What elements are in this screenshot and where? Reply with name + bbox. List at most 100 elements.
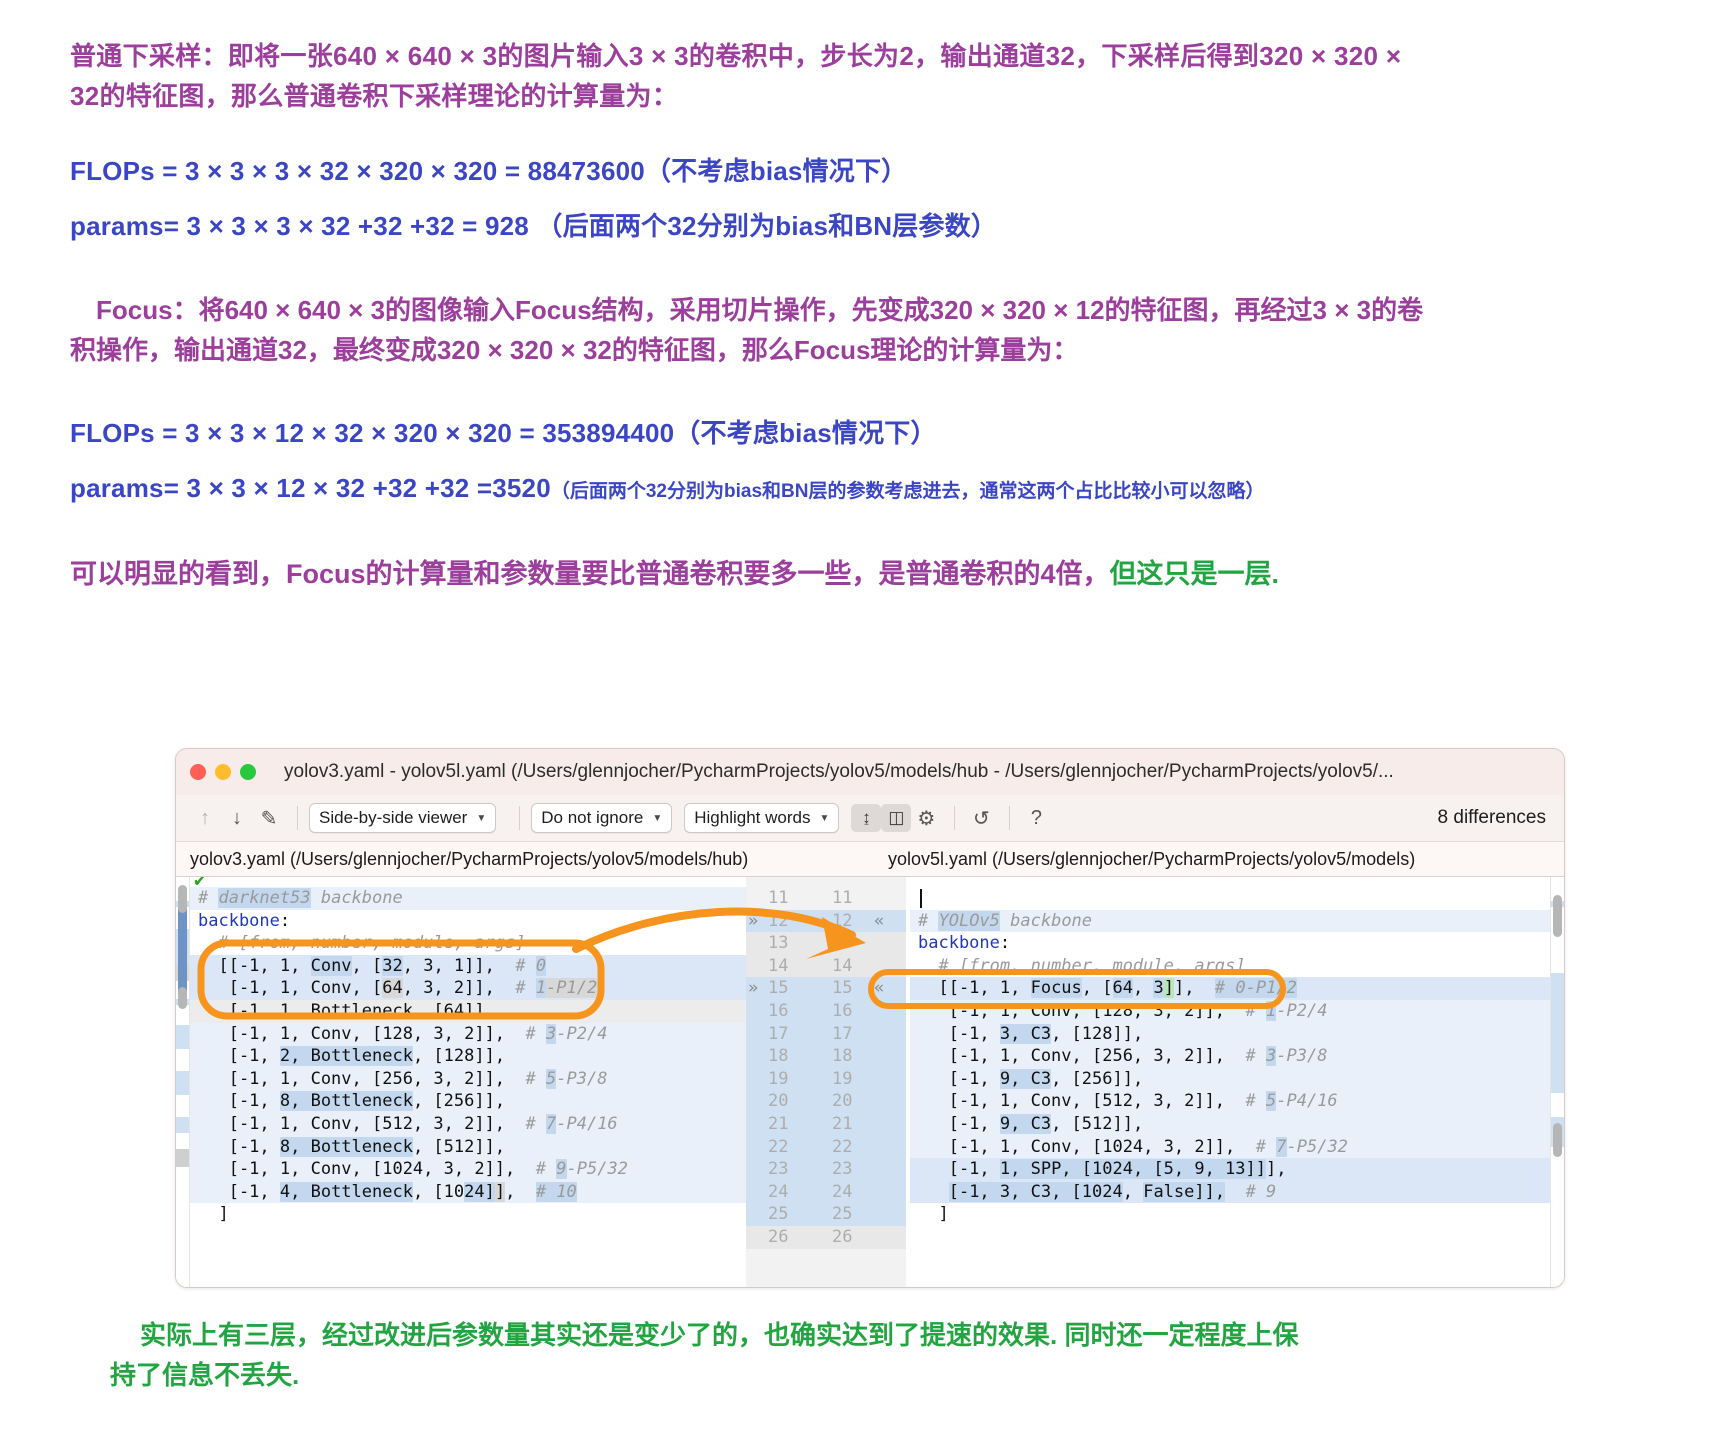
file-path-bar: yolov3.yaml (/Users/glennjocher/PycharmP…	[176, 842, 1564, 876]
code-line[interactable]: [[-1, 1, Focus, [64, 3]], # 0-P1/2	[910, 977, 1550, 1000]
code-line[interactable]: ]	[910, 1203, 1550, 1226]
conclusion-purple-text: 可以明显的看到，Focus的计算量和参数量要比普通卷积要多一些，是普通卷积的4倍…	[70, 559, 1110, 590]
gutter-row: 16 16	[746, 999, 906, 1023]
right-change-markers[interactable]	[1550, 877, 1564, 1287]
gutter-row: 17 17	[746, 1022, 906, 1046]
embedded-screenshot: yolov3.yaml - yolov5l.yaml (/Users/glenn…	[175, 748, 1565, 1288]
article-body: 普通下采样：即将一张640 × 640 × 3的图片输入3 × 3的卷积中，步长…	[0, 0, 1735, 596]
code-line[interactable]: [-1, 1, Conv, [512, 3, 2]], # 7-P4/16	[190, 1112, 746, 1136]
bottom-line-2: 持了信息不丢失.	[110, 1360, 300, 1391]
gutter-row: 26 26	[746, 1225, 906, 1249]
left-scroll-thumb-bottom[interactable]	[178, 987, 187, 1009]
close-button-icon[interactable]	[190, 764, 206, 780]
code-line[interactable]: # [from, number, module, args]	[190, 932, 746, 955]
code-line[interactable]: [-1, 9, C3, [256]],	[910, 1067, 1550, 1091]
code-line[interactable]: # YOLOv5 backbone	[910, 909, 1550, 933]
code-line[interactable]: [-1, 2, Bottleneck, [128]],	[190, 1045, 746, 1068]
right-file-path: yolov5l.yaml (/Users/glennjocher/Pycharm…	[888, 848, 1416, 869]
zoom-button-icon[interactable]	[240, 764, 256, 780]
window-title: yolov3.yaml - yolov5l.yaml (/Users/glenn…	[284, 761, 1394, 782]
gutter-row: 25 25	[746, 1203, 906, 1226]
change-marker	[176, 1071, 189, 1095]
pencil-icon[interactable]: ✎	[254, 804, 284, 832]
gutter-row: 22 22	[746, 1135, 906, 1159]
gutter-row[interactable]: » 12 12 «	[746, 909, 906, 933]
gutter-row: 14 14	[746, 954, 906, 978]
gear-icon[interactable]: ⚙	[911, 804, 941, 832]
viewer-mode-dropdown[interactable]: Side-by-side viewer ▼	[309, 803, 497, 833]
help-icon[interactable]: ?	[1021, 804, 1051, 832]
left-change-markers[interactable]	[176, 877, 190, 1287]
formula-flops-standard: FLOPs = 3 × 3 × 3 × 32 × 320 × 320 = 884…	[70, 155, 908, 186]
sync-scroll-icon[interactable]: ↺	[966, 804, 996, 832]
right-scroll-thumb[interactable]	[1553, 895, 1562, 937]
arrow-down-icon[interactable]: ↓	[222, 804, 252, 832]
chevron-down-icon: ▼	[819, 812, 830, 824]
code-line[interactable]: [-1, 8, Bottleneck, [256]],	[190, 1090, 746, 1113]
show-whitespace-icon[interactable]: ◫	[881, 804, 912, 832]
code-line[interactable]: backbone:	[190, 910, 746, 933]
chevron-down-icon: ▼	[476, 812, 487, 824]
left-editor-pane[interactable]: ✔ # darknet53 backbone backbone: # [from…	[176, 877, 746, 1287]
intro-line-1: 普通下采样：即将一张640 × 640 × 3的图片输入3 × 3的卷积中，步长…	[70, 41, 1402, 71]
formula-block-focus: FLOPs = 3 × 3 × 12 × 32 × 320 × 320 = 35…	[70, 413, 1665, 509]
code-line[interactable]	[910, 887, 1550, 910]
gutter-row: 23 23	[746, 1158, 906, 1181]
highlight-mode-dropdown[interactable]: Highlight words ▼	[684, 803, 840, 833]
right-scroll-thumb-bottom[interactable]	[1553, 1123, 1562, 1157]
gutter-row: 18 18	[746, 1045, 906, 1068]
code-line[interactable]: ]	[190, 1203, 746, 1226]
gutter-row: 19 19	[746, 1067, 906, 1091]
traffic-lights	[190, 764, 256, 780]
code-line[interactable]: backbone:	[910, 932, 1550, 955]
code-line[interactable]: [-1, 1, Bottleneck, [64]],	[190, 999, 746, 1023]
focus-line-2: 积操作，输出通道32，最终变成320 × 320 × 32的特征图，那么Focu…	[70, 335, 1079, 366]
paragraph-focus-description: Focus：将640 × 640 × 3的图像输入Focus结构，采用切片操作，…	[70, 290, 1665, 371]
diff-toolbar: ↑ ↓ ✎ Side-by-side viewer ▼ Do not ignore…	[176, 795, 1564, 842]
ignore-mode-dropdown[interactable]: Do not ignore ▼	[531, 803, 673, 833]
code-line[interactable]: [-1, 1, Conv, [128, 3, 2]], # 1-P2/4	[910, 999, 1550, 1023]
paragraph-standard-downsample: 普通下采样：即将一张640 × 640 × 3的图片输入3 × 3的卷积中，步长…	[70, 0, 1665, 117]
gutter-row: 24 24	[746, 1180, 906, 1204]
code-line[interactable]: [-1, 1, Conv, [128, 3, 2]], # 3-P2/4	[190, 1022, 746, 1046]
chevron-down-icon: ▼	[652, 812, 663, 824]
change-marker	[176, 1025, 189, 1049]
arrow-up-icon[interactable]: ↑	[190, 804, 220, 832]
code-line[interactable]: [-1, 1, Conv, [512, 3, 2]], # 5-P4/16	[910, 1090, 1550, 1113]
collapse-unchanged-icon[interactable]: ↨	[851, 804, 882, 832]
paragraph-conclusion: 可以明显的看到，Focus的计算量和参数量要比普通卷积要多一些，是普通卷积的4倍…	[70, 554, 1665, 596]
code-line[interactable]: [[-1, 1, Conv, [32, 3, 1]], # 0	[190, 954, 746, 978]
gutter-row: 13 13	[746, 932, 906, 955]
code-line[interactable]: # darknet53 backbone	[190, 887, 746, 910]
bottom-line-1: 实际上有三层，经过改进后参数量其实还是变少了的，也确实达到了提速的效果. 同时还…	[140, 1320, 1299, 1350]
code-line[interactable]: [-1, 4, Bottleneck, [1024]], # 10	[190, 1180, 746, 1204]
highlight-mode-label: Highlight words	[694, 808, 811, 827]
left-code-area[interactable]: ✔ # darknet53 backbone backbone: # [from…	[190, 877, 746, 1287]
toolbar-divider-1	[297, 806, 298, 830]
gutter-row[interactable]: » 15 15 «	[746, 977, 906, 1000]
toolbar-divider-4	[1009, 806, 1011, 830]
code-line[interactable]: [-1, 1, Conv, [64, 3, 2]], # 1-P1/2	[190, 977, 746, 1000]
code-line[interactable]: [-1, 1, Conv, [256, 3, 2]], # 5-P3/8	[190, 1067, 746, 1091]
code-line[interactable]: [-1, 1, Conv, [256, 3, 2]], # 3-P3/8	[910, 1045, 1550, 1068]
formula-flops-focus: FLOPs = 3 × 3 × 12 × 32 × 320 × 320 = 35…	[70, 417, 937, 448]
code-line[interactable]: [-1, 1, Conv, [1024, 3, 2]], # 9-P5/32	[190, 1158, 746, 1181]
code-line[interactable]: [-1, 8, Bottleneck, [512]],	[190, 1135, 746, 1159]
code-line[interactable]: # [from, number, module, args]	[910, 955, 1550, 978]
code-line[interactable]: [-1, 9, C3, [512]],	[910, 1112, 1550, 1136]
gutter-row: 20 20	[746, 1090, 906, 1113]
formula-block-standard: FLOPs = 3 × 3 × 3 × 32 × 320 × 320 = 884…	[70, 151, 1665, 247]
code-line[interactable]: [-1, 1, SPP, [1024, [5, 9, 13]]],	[910, 1158, 1550, 1181]
right-editor-pane[interactable]: # YOLOv5 backbone backbone: # [from, num…	[906, 877, 1564, 1287]
viewer-mode-label: Side-by-side viewer	[319, 808, 468, 827]
change-marker	[176, 1117, 189, 1133]
code-line[interactable]: [-1, 3, C3, [128]],	[910, 1022, 1550, 1046]
right-code-area[interactable]: # YOLOv5 backbone backbone: # [from, num…	[906, 877, 1550, 1287]
code-line[interactable]: [-1, 3, C3, [1024, False]], # 9	[910, 1180, 1550, 1204]
code-line[interactable]: [-1, 1, Conv, [1024, 3, 2]], # 7-P5/32	[910, 1135, 1550, 1159]
conclusion-green-text: 但这只是一层.	[1109, 559, 1280, 590]
left-scroll-thumb-top[interactable]	[178, 885, 187, 913]
toolbar-divider-2	[519, 806, 521, 830]
minimize-button-icon[interactable]	[215, 764, 231, 780]
change-marker	[176, 1149, 189, 1167]
